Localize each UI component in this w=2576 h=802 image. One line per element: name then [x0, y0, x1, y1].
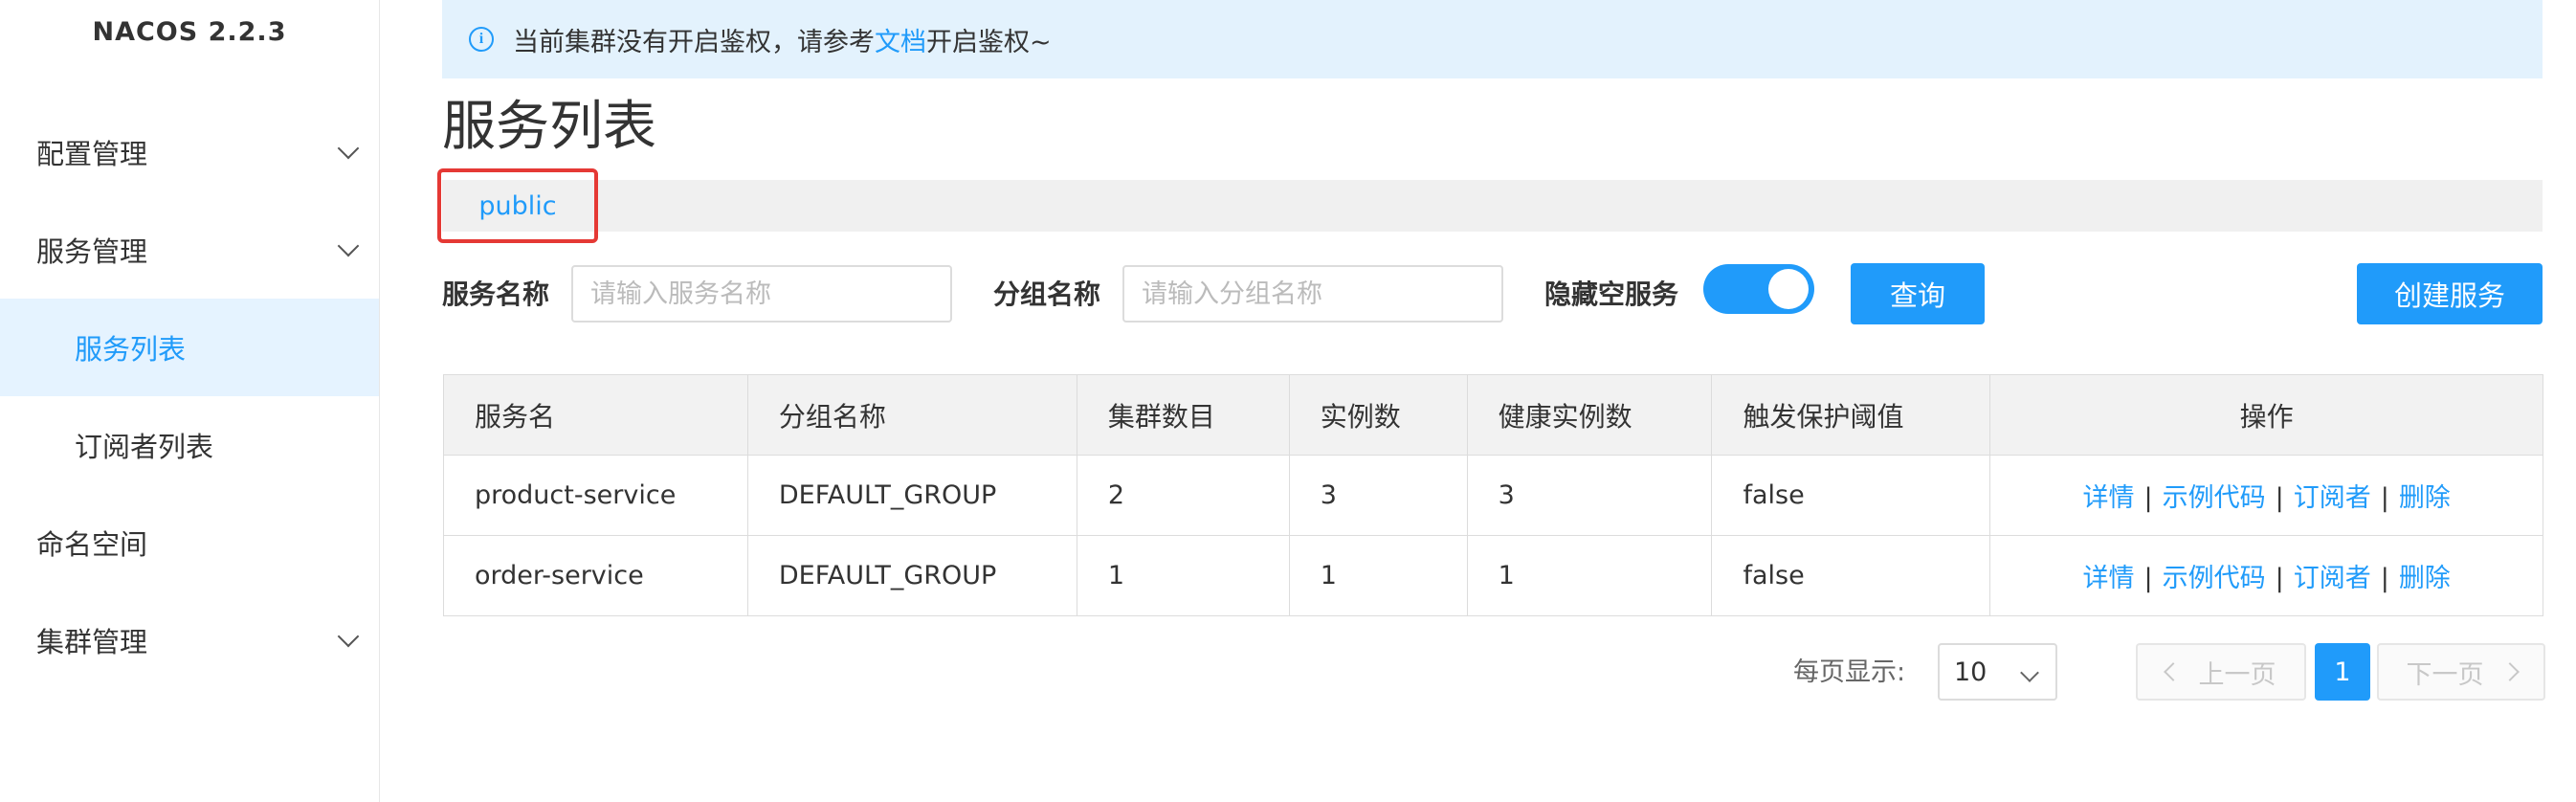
cell-protect-threshold: false — [1711, 535, 1991, 616]
sidebar-item-config-management[interactable]: 配置管理 — [0, 103, 379, 201]
column-header: 操作 — [1989, 374, 2543, 456]
cell-actions: 详情 | 示例代码 | 订阅者 | 删除 — [1989, 455, 2543, 536]
sidebar-item-label: 服务管理 — [36, 235, 148, 268]
separator: | — [2275, 564, 2284, 593]
sidebar-item-label: 配置管理 — [36, 138, 148, 170]
cell-cluster-count: 2 — [1076, 455, 1290, 536]
sidebar-item-label: 命名空间 — [36, 528, 148, 561]
delete-link[interactable]: 删除 — [2399, 483, 2451, 513]
query-button[interactable]: 查询 — [1851, 263, 1985, 324]
sidebar-item-cluster-management[interactable]: 集群管理 — [0, 591, 379, 689]
sidebar: NACOS 2.2.3 配置管理 服务管理 服务列表 订阅者列表 命名空间 集群… — [0, 0, 380, 802]
column-header: 健康实例数 — [1466, 374, 1713, 456]
separator: | — [2275, 483, 2284, 513]
column-header: 服务名 — [443, 374, 748, 456]
page-size-label: 每页显示: — [1793, 657, 1906, 687]
column-header: 实例数 — [1288, 374, 1468, 456]
sample-code-link[interactable]: 示例代码 — [2163, 483, 2266, 513]
subscribers-link[interactable]: 订阅者 — [2294, 564, 2371, 593]
info-icon: i — [469, 27, 494, 52]
sidebar-item-service-management[interactable]: 服务管理 — [0, 201, 379, 299]
sample-code-link[interactable]: 示例代码 — [2163, 564, 2266, 593]
separator: | — [2380, 483, 2389, 513]
chevron-down-icon — [337, 625, 360, 648]
auth-notice-banner: i 当前集群没有开启鉴权，请参考 文档 开启鉴权~ — [442, 0, 2543, 78]
cell-instance-count: 1 — [1288, 535, 1468, 616]
prev-page-label: 上一页 — [2198, 659, 2276, 690]
page-size-value: 10 — [1954, 657, 1988, 687]
group-name-label: 分组名称 — [993, 278, 1101, 310]
sidebar-item-label: 服务列表 — [75, 333, 187, 366]
brand-logo: NACOS 2.2.3 — [92, 17, 287, 47]
subscribers-link[interactable]: 订阅者 — [2294, 483, 2371, 513]
cell-group-name: DEFAULT_GROUP — [746, 535, 1077, 616]
service-name-input[interactable] — [571, 265, 952, 323]
cell-healthy-count: 3 — [1466, 455, 1713, 536]
hide-empty-toggle[interactable] — [1703, 264, 1814, 314]
detail-link[interactable]: 详情 — [2082, 483, 2134, 513]
chevron-down-icon — [2020, 663, 2039, 682]
create-service-button[interactable]: 创建服务 — [2357, 263, 2543, 324]
cell-cluster-count: 1 — [1076, 535, 1290, 616]
detail-link[interactable]: 详情 — [2082, 564, 2134, 593]
column-header: 触发保护阈值 — [1711, 374, 1991, 456]
toggle-knob — [1768, 269, 1809, 309]
group-name-input[interactable] — [1122, 265, 1503, 323]
notice-doc-link[interactable]: 文档 — [875, 21, 926, 58]
namespace-tab-public[interactable]: public — [437, 168, 598, 243]
chevron-left-icon — [2163, 662, 2183, 681]
cell-group-name: DEFAULT_GROUP — [746, 455, 1077, 536]
cell-service-name: order-service — [443, 535, 748, 616]
namespace-bar — [442, 180, 2543, 232]
sidebar-item-label: 订阅者列表 — [75, 431, 214, 463]
sidebar-item-subscriber-list[interactable]: 订阅者列表 — [0, 396, 379, 494]
cell-service-name: product-service — [443, 455, 748, 536]
prev-page-button[interactable]: 上一页 — [2136, 643, 2306, 701]
sidebar-item-service-list[interactable]: 服务列表 — [0, 299, 379, 396]
page-size-select[interactable]: 10 — [1938, 643, 2057, 701]
chevron-down-icon — [337, 234, 360, 257]
cell-actions: 详情 | 示例代码 | 订阅者 | 删除 — [1989, 535, 2543, 616]
cell-protect-threshold: false — [1711, 455, 1991, 536]
column-header: 分组名称 — [746, 374, 1077, 456]
sidebar-item-label: 集群管理 — [36, 626, 148, 658]
column-header: 集群数目 — [1076, 374, 1290, 456]
cell-healthy-count: 1 — [1466, 535, 1713, 616]
separator: | — [2143, 564, 2153, 593]
page-title: 服务列表 — [442, 96, 656, 158]
cell-instance-count: 3 — [1288, 455, 1468, 536]
chevron-down-icon — [337, 137, 360, 160]
service-name-label: 服务名称 — [442, 278, 550, 310]
chevron-right-icon — [2499, 662, 2520, 681]
service-table: 服务名 分组名称 集群数目 实例数 健康实例数 触发保护阈值 操作 produc… — [443, 374, 2543, 616]
separator: | — [2143, 483, 2153, 513]
table-header-row: 服务名 分组名称 集群数目 实例数 健康实例数 触发保护阈值 操作 — [443, 374, 2543, 456]
table-row: product-service DEFAULT_GROUP 2 3 3 fals… — [443, 455, 2543, 536]
current-page-button[interactable]: 1 — [2315, 643, 2370, 701]
delete-link[interactable]: 删除 — [2399, 564, 2451, 593]
notice-text-after: 开启鉴权~ — [926, 27, 1052, 57]
hide-empty-label: 隐藏空服务 — [1544, 278, 1679, 310]
sidebar-item-namespace[interactable]: 命名空间 — [0, 494, 379, 591]
next-page-label: 下一页 — [2406, 659, 2484, 690]
notice-text-before: 当前集群没有开启鉴权，请参考 — [513, 27, 875, 57]
separator: | — [2380, 564, 2389, 593]
table-row: order-service DEFAULT_GROUP 1 1 1 false … — [443, 535, 2543, 616]
next-page-button[interactable]: 下一页 — [2377, 643, 2545, 701]
